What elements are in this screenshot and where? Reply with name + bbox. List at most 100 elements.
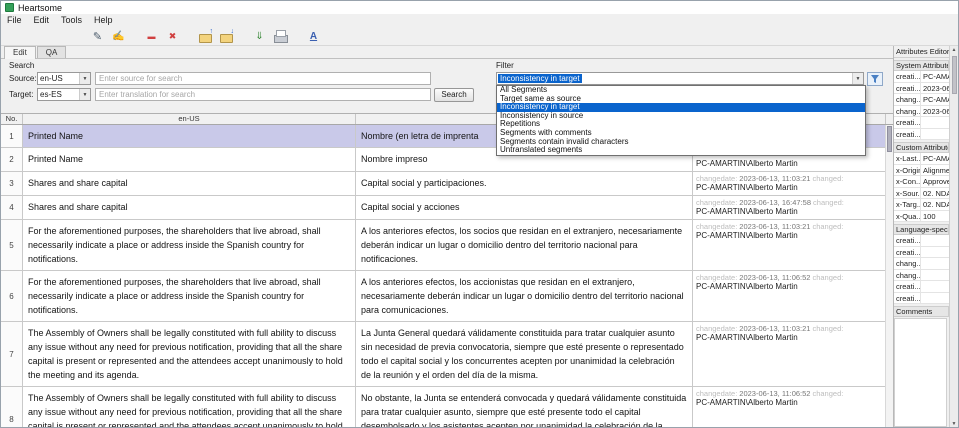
- source-cell[interactable]: For the aforementioned purposes, the sha…: [23, 271, 356, 321]
- filter-option[interactable]: Segments with comments: [497, 129, 865, 138]
- attribute-row[interactable]: chang...: [894, 258, 949, 270]
- menu-file[interactable]: File: [1, 14, 28, 27]
- table-row[interactable]: 4 Shares and share capital Capital socia…: [1, 196, 893, 220]
- comments-input[interactable]: [894, 318, 947, 427]
- attribute-row[interactable]: chang... PC-AMA...: [894, 94, 949, 106]
- changedate-value: 2023-06-13, 11:06:52: [739, 389, 810, 398]
- tab-qa[interactable]: QA: [37, 46, 67, 58]
- filter-option[interactable]: Repetitions: [497, 120, 865, 129]
- tab-edit[interactable]: Edit: [4, 46, 36, 59]
- table-row[interactable]: 3 Shares and share capital Capital socia…: [1, 172, 893, 196]
- source-cell[interactable]: Shares and share capital: [23, 196, 356, 219]
- filter-select[interactable]: Inconsistency in target ▼: [496, 72, 864, 85]
- source-cell[interactable]: The Assembly of Owners shall be legally …: [23, 322, 356, 386]
- panel-scrollbar-thumb[interactable]: [952, 56, 957, 94]
- attribute-key: chang...: [894, 106, 921, 117]
- search-section: Search Source: en-US ▼ Target: es-ES: [1, 61, 488, 113]
- filter-option[interactable]: Inconsistency in target: [497, 103, 865, 112]
- menu-edit[interactable]: Edit: [28, 14, 56, 27]
- attribute-row[interactable]: chang...: [894, 270, 949, 282]
- filter-option[interactable]: Segments contain invalid characters: [497, 138, 865, 147]
- target-lang-value: es-ES: [38, 90, 79, 99]
- attribute-row[interactable]: x-Origin Alignme...: [894, 165, 949, 177]
- export-file-icon[interactable]: [251, 28, 268, 44]
- print-icon[interactable]: [272, 28, 289, 44]
- open-file-icon[interactable]: [197, 28, 214, 44]
- approve-segment-icon[interactable]: [110, 28, 127, 44]
- attribute-row[interactable]: creati...: [894, 281, 949, 293]
- attribute-key: creati...: [894, 293, 921, 304]
- source-cell[interactable]: For the aforementioned purposes, the sha…: [23, 220, 356, 270]
- meta-cell: changedate:2023-06-13, 11:03:21changed: …: [693, 220, 886, 270]
- table-row[interactable]: 5 For the aforementioned purposes, the s…: [1, 220, 893, 271]
- table-row[interactable]: 6 For the aforementioned purposes, the s…: [1, 271, 893, 322]
- attribute-row[interactable]: x-Con... Approve...: [894, 176, 949, 188]
- attribute-key: x-Qua...: [894, 211, 921, 222]
- source-cell[interactable]: Printed Name: [23, 148, 356, 171]
- search-section-label: Search: [9, 61, 488, 71]
- col-header-no[interactable]: No.: [1, 114, 23, 124]
- attribute-key: chang...: [894, 94, 921, 105]
- table-row[interactable]: 7 The Assembly of Owners shall be legall…: [1, 322, 893, 387]
- table-scrollbar-thumb[interactable]: [887, 126, 892, 152]
- attribute-row[interactable]: creati... 2023-06...: [894, 83, 949, 95]
- chevron-down-icon[interactable]: ▼: [79, 73, 90, 84]
- search-button[interactable]: Search: [434, 88, 474, 102]
- chevron-down-icon[interactable]: ▼: [79, 89, 90, 100]
- target-cell[interactable]: Capital social y acciones: [356, 196, 693, 219]
- menu-tools[interactable]: Tools: [55, 14, 88, 27]
- target-cell[interactable]: A los anteriores efectos, los socios que…: [356, 220, 693, 270]
- attribute-row[interactable]: creati...: [894, 235, 949, 247]
- filter-option[interactable]: Target same as source: [497, 95, 865, 104]
- changedate-label: changedate:: [696, 389, 737, 398]
- menu-help[interactable]: Help: [88, 14, 119, 27]
- scroll-down-icon[interactable]: ▼: [952, 420, 957, 428]
- chevron-down-icon[interactable]: ▼: [852, 73, 863, 84]
- panel-scrollbar[interactable]: ▲ ▼: [949, 46, 958, 428]
- target-search-input[interactable]: [95, 88, 431, 101]
- attribute-key: x-Last...: [894, 153, 921, 164]
- attribute-value: Alignme...: [921, 165, 949, 176]
- attribute-key: x-Targ...: [894, 199, 921, 210]
- scroll-up-icon[interactable]: ▲: [952, 46, 957, 55]
- delete-segment-icon[interactable]: [164, 28, 181, 44]
- attribute-row[interactable]: creati... PC-AMA...: [894, 71, 949, 83]
- apply-filter-button[interactable]: [867, 72, 883, 86]
- attributes-panel: Attributes Editor ✕ System Attributes cr…: [894, 46, 958, 428]
- filter-option[interactable]: Inconsistency in source: [497, 112, 865, 121]
- remove-translation-icon[interactable]: [143, 28, 160, 44]
- meta-cell: changedate:2023-06-13, 11:03:21changed: …: [693, 172, 886, 195]
- attribute-section-header: System Attributes: [894, 60, 949, 71]
- attribute-row[interactable]: creati...: [894, 117, 949, 129]
- target-cell[interactable]: Capital social y participaciones.: [356, 172, 693, 195]
- target-cell[interactable]: La Junta General quedará válidamente con…: [356, 322, 693, 386]
- attribute-row[interactable]: x-Targ... 02. NDA...: [894, 199, 949, 211]
- table-row[interactable]: 8 The Assembly of Owners shall be legall…: [1, 387, 893, 428]
- target-cell[interactable]: No obstante, la Junta se entenderá convo…: [356, 387, 693, 428]
- attribute-row[interactable]: x-Qua... 100: [894, 211, 949, 223]
- save-file-icon[interactable]: [218, 28, 235, 44]
- source-cell[interactable]: Shares and share capital: [23, 172, 356, 195]
- attribute-section: Language-specific A... creati... creati.…: [894, 222, 949, 304]
- source-cell[interactable]: Printed Name: [23, 125, 356, 147]
- col-header-source[interactable]: en-US: [23, 114, 356, 124]
- attribute-row[interactable]: x-Sour... 02. NDA...: [894, 188, 949, 200]
- filter-option[interactable]: All Segments: [497, 86, 865, 95]
- attribute-row[interactable]: creati...: [894, 293, 949, 305]
- source-lang-select[interactable]: en-US ▼: [37, 72, 91, 85]
- target-cell[interactable]: A los anteriores efectos, los accionista…: [356, 271, 693, 321]
- attribute-row[interactable]: creati...: [894, 129, 949, 141]
- filter-option[interactable]: Untranslated segments: [497, 146, 865, 155]
- font-settings-icon[interactable]: [305, 28, 322, 44]
- source-search-input[interactable]: [95, 72, 431, 85]
- changed-user: PC-AMARTIN\Alberto Martin: [696, 333, 883, 343]
- attribute-row[interactable]: chang... 2023-06...: [894, 106, 949, 118]
- attribute-row[interactable]: x-Last... PC-AMA...: [894, 153, 949, 165]
- attribute-value: PC-AMA...: [921, 71, 949, 82]
- target-lang-select[interactable]: es-ES ▼: [37, 88, 91, 101]
- table-scrollbar[interactable]: [885, 125, 893, 428]
- edit-segment-icon[interactable]: [89, 28, 106, 44]
- attribute-row[interactable]: creati...: [894, 247, 949, 259]
- attribute-value: [921, 270, 949, 281]
- source-cell[interactable]: The Assembly of Owners shall be legally …: [23, 387, 356, 428]
